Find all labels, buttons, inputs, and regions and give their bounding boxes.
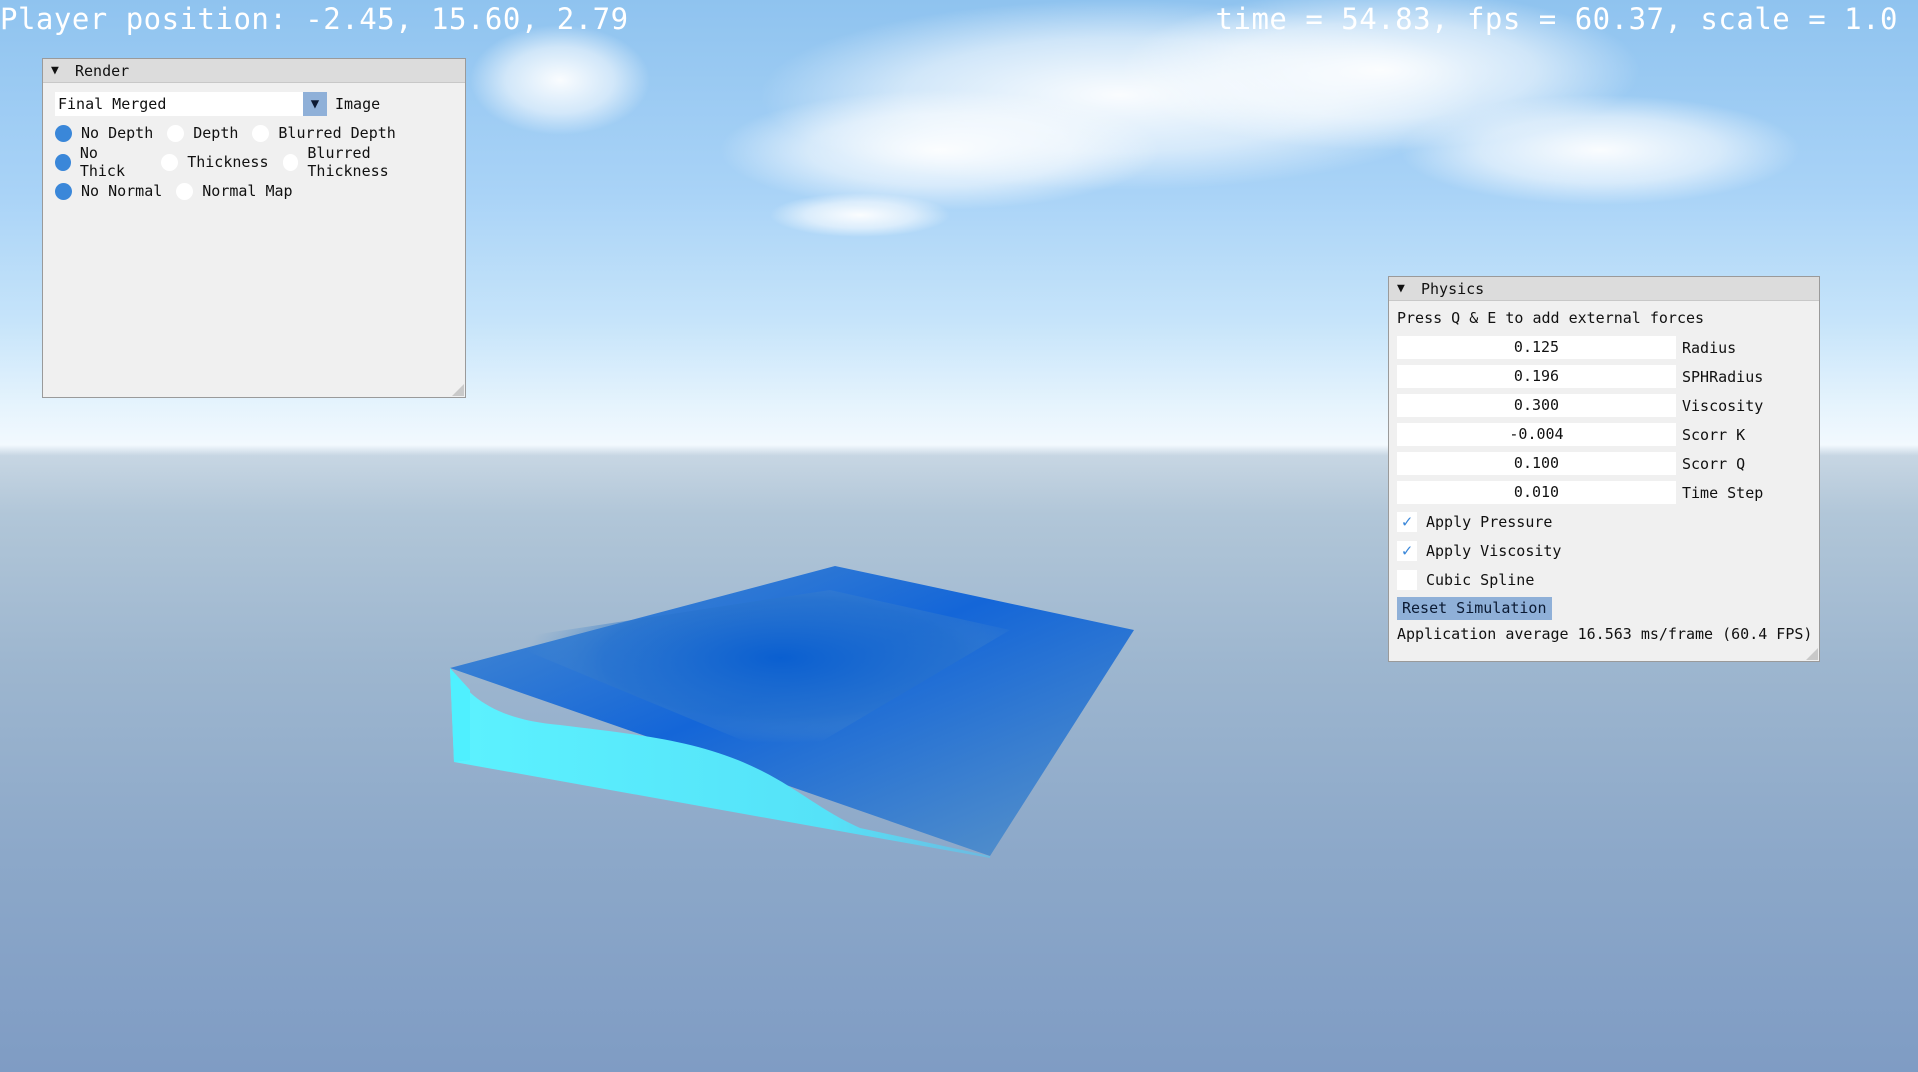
apply-pressure-label: Apply Pressure (1426, 512, 1553, 531)
scorr-k-row: -0.004 Scorr K (1397, 423, 1819, 446)
scorr-q-row: 0.100 Scorr Q (1397, 452, 1819, 475)
radio-indicator[interactable] (176, 182, 194, 200)
radio-indicator[interactable] (55, 124, 72, 142)
external-forces-hint: Press Q & E to add external forces (1397, 309, 1705, 327)
radio-blurred-thickness[interactable]: Blurred Thickness (282, 144, 452, 180)
radio-no-normal[interactable]: No Normal (55, 182, 162, 200)
radio-indicator[interactable] (55, 153, 71, 171)
sph-radius-input[interactable]: 0.196 (1397, 365, 1676, 388)
dropdown-arrow-icon[interactable]: ▼ (303, 92, 327, 116)
physics-panel-title: Physics (1421, 279, 1485, 298)
time-step-label: Time Step (1682, 483, 1764, 502)
radio-no-depth[interactable]: No Depth (55, 124, 153, 142)
cubic-spline-row[interactable]: Cubic Spline (1397, 568, 1819, 591)
radio-indicator[interactable] (161, 153, 179, 171)
radio-label: Depth (193, 124, 239, 142)
radio-indicator[interactable] (55, 182, 72, 200)
collapse-triangle-icon[interactable]: ▼ (51, 63, 65, 78)
viscosity-input[interactable]: 0.300 (1397, 394, 1676, 417)
radio-label: Blurred Depth (278, 124, 396, 142)
reset-simulation-button[interactable]: Reset Simulation (1397, 597, 1552, 620)
apply-viscosity-label: Apply Viscosity (1426, 541, 1562, 560)
cubic-spline-label: Cubic Spline (1426, 570, 1535, 589)
resize-grip-icon[interactable] (1806, 648, 1818, 660)
scorr-k-label: Scorr K (1682, 425, 1746, 444)
radius-label: Radius (1682, 338, 1737, 357)
radio-no-thick[interactable]: No Thick (55, 144, 147, 180)
radius-input[interactable]: 0.125 (1397, 336, 1676, 359)
radio-label: No Depth (81, 124, 154, 142)
radio-label: Thickness (187, 153, 269, 171)
sph-radius-row: 0.196 SPHRadius (1397, 365, 1819, 388)
check-icon: ✓ (1401, 540, 1413, 561)
time-step-input[interactable]: 0.010 (1397, 481, 1676, 504)
player-position-readout: Player position: -2.45, 15.60, 2.79 (0, 2, 629, 36)
image-mode-label: Image (335, 95, 381, 113)
apply-viscosity-checkbox[interactable]: ✓ (1397, 540, 1417, 561)
radio-normal-map[interactable]: Normal Map (176, 182, 293, 200)
radius-row: 0.125 Radius (1397, 336, 1819, 359)
time-step-row: 0.010 Time Step (1397, 481, 1819, 504)
resize-grip-icon[interactable] (452, 384, 464, 396)
radio-blurred-depth[interactable]: Blurred Depth (252, 124, 396, 142)
viscosity-label: Viscosity (1682, 396, 1764, 415)
apply-viscosity-row[interactable]: ✓ Apply Viscosity (1397, 539, 1819, 562)
radio-indicator[interactable] (167, 124, 185, 142)
radio-label: No Thick (79, 144, 125, 180)
radio-depth[interactable]: Depth (167, 124, 238, 142)
render-panel: ▼ Render Final Merged ▼ Image No Depth D… (42, 58, 466, 398)
physics-panel-titlebar[interactable]: ▼ Physics (1389, 277, 1819, 301)
apply-pressure-checkbox[interactable]: ✓ (1397, 511, 1417, 532)
radio-indicator[interactable] (252, 124, 270, 142)
render-panel-title: Render (75, 61, 130, 80)
collapse-triangle-icon[interactable]: ▼ (1397, 281, 1411, 296)
sph-radius-label: SPHRadius (1682, 367, 1764, 386)
scorr-k-input[interactable]: -0.004 (1397, 423, 1676, 446)
radio-label: No Normal (81, 182, 163, 200)
check-icon: ✓ (1401, 511, 1413, 532)
cubic-spline-checkbox[interactable] (1397, 569, 1417, 590)
stats-readout: time = 54.83, fps = 60.37, scale = 1.0 (1215, 2, 1898, 36)
radio-indicator[interactable] (282, 153, 299, 171)
viscosity-row: 0.300 Viscosity (1397, 394, 1819, 417)
scorr-q-input[interactable]: 0.100 (1397, 452, 1676, 475)
apply-pressure-row[interactable]: ✓ Apply Pressure (1397, 510, 1819, 533)
render-panel-titlebar[interactable]: ▼ Render (43, 59, 465, 83)
radio-label: Normal Map (202, 182, 293, 200)
normal-radio-group: No Normal Normal Map (55, 179, 465, 203)
image-mode-select[interactable]: Final Merged (55, 92, 303, 116)
thickness-radio-group: No Thick Thickness Blurred Thickness (55, 144, 465, 180)
scorr-q-label: Scorr Q (1682, 454, 1746, 473)
radio-thickness[interactable]: Thickness (161, 153, 269, 171)
image-mode-value: Final Merged (58, 95, 167, 113)
fluid-simulation (450, 566, 1134, 858)
physics-panel: ▼ Physics Press Q & E to add external fo… (1388, 276, 1820, 662)
depth-radio-group: No Depth Depth Blurred Depth (55, 121, 465, 145)
radio-label: Blurred Thickness (307, 144, 389, 180)
application-average-readout: Application average 16.563 ms/frame (60.… (1397, 625, 1813, 643)
